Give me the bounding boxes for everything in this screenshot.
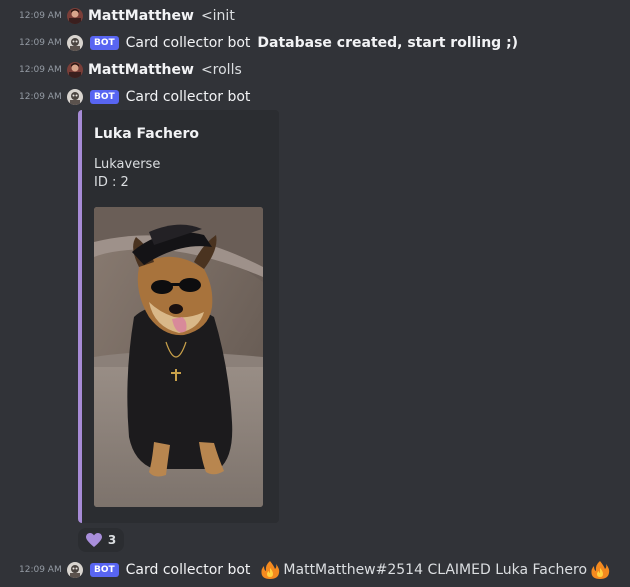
message-row: 12:09 AM BOT Card collector bot xyxy=(0,85,630,109)
embed-series: Lukaverse xyxy=(94,157,161,172)
username[interactable]: Card collector bot xyxy=(126,89,251,105)
bot-badge: BOT xyxy=(90,563,119,577)
bot-badge: BOT xyxy=(90,36,119,50)
bot-avatar[interactable] xyxy=(67,89,83,105)
message-row: 12:09 AM BOT Card collector bot MattMatt… xyxy=(0,558,630,582)
username[interactable]: MattMatthew xyxy=(88,62,194,78)
reaction-count: 3 xyxy=(107,533,117,547)
fire-icon xyxy=(591,561,610,579)
purple-heart-icon xyxy=(85,532,102,547)
username[interactable]: MattMatthew xyxy=(88,8,194,24)
message-row: 12:09 AM MattMatthew <rolls xyxy=(0,58,630,82)
username[interactable]: Card collector bot xyxy=(126,562,251,578)
chat-log: 12:09 AM MattMatthew <init 12:09 AM BOT … xyxy=(0,0,630,587)
card-embed: Luka Fachero Lukaverse ID : 2 xyxy=(78,110,279,523)
timestamp: 12:09 AM xyxy=(19,11,62,21)
embed-id: ID : 2 xyxy=(94,175,129,190)
message-text: Database created, start rolling ;) xyxy=(257,35,519,51)
message-row: 12:09 AM MattMatthew <init xyxy=(0,4,630,28)
user-avatar[interactable] xyxy=(67,62,83,78)
reaction-button[interactable]: 3 xyxy=(78,528,124,552)
timestamp: 12:09 AM xyxy=(19,565,62,575)
timestamp: 12:09 AM xyxy=(19,65,62,75)
user-avatar[interactable] xyxy=(67,8,83,24)
message-text: MattMatthew#2514 CLAIMED Luka Fachero xyxy=(283,562,588,578)
message-text: <rolls xyxy=(200,62,242,78)
embed-title: Luka Fachero xyxy=(94,126,199,142)
bot-avatar[interactable] xyxy=(67,562,83,578)
timestamp: 12:09 AM xyxy=(19,38,62,48)
bot-badge: BOT xyxy=(90,90,119,104)
message-text: <init xyxy=(200,8,235,24)
timestamp: 12:09 AM xyxy=(19,92,62,102)
card-image[interactable] xyxy=(94,207,263,507)
username[interactable]: Card collector bot xyxy=(126,35,251,51)
fire-icon xyxy=(261,561,280,579)
message-row: 12:09 AM BOT Card collector bot Database… xyxy=(0,31,630,55)
dog-photo xyxy=(94,207,263,507)
embed-description: Lukaverse ID : 2 xyxy=(94,156,160,192)
claim-announcement: MattMatthew#2514 CLAIMED Luka Fachero xyxy=(257,560,613,580)
bot-avatar[interactable] xyxy=(67,35,83,51)
